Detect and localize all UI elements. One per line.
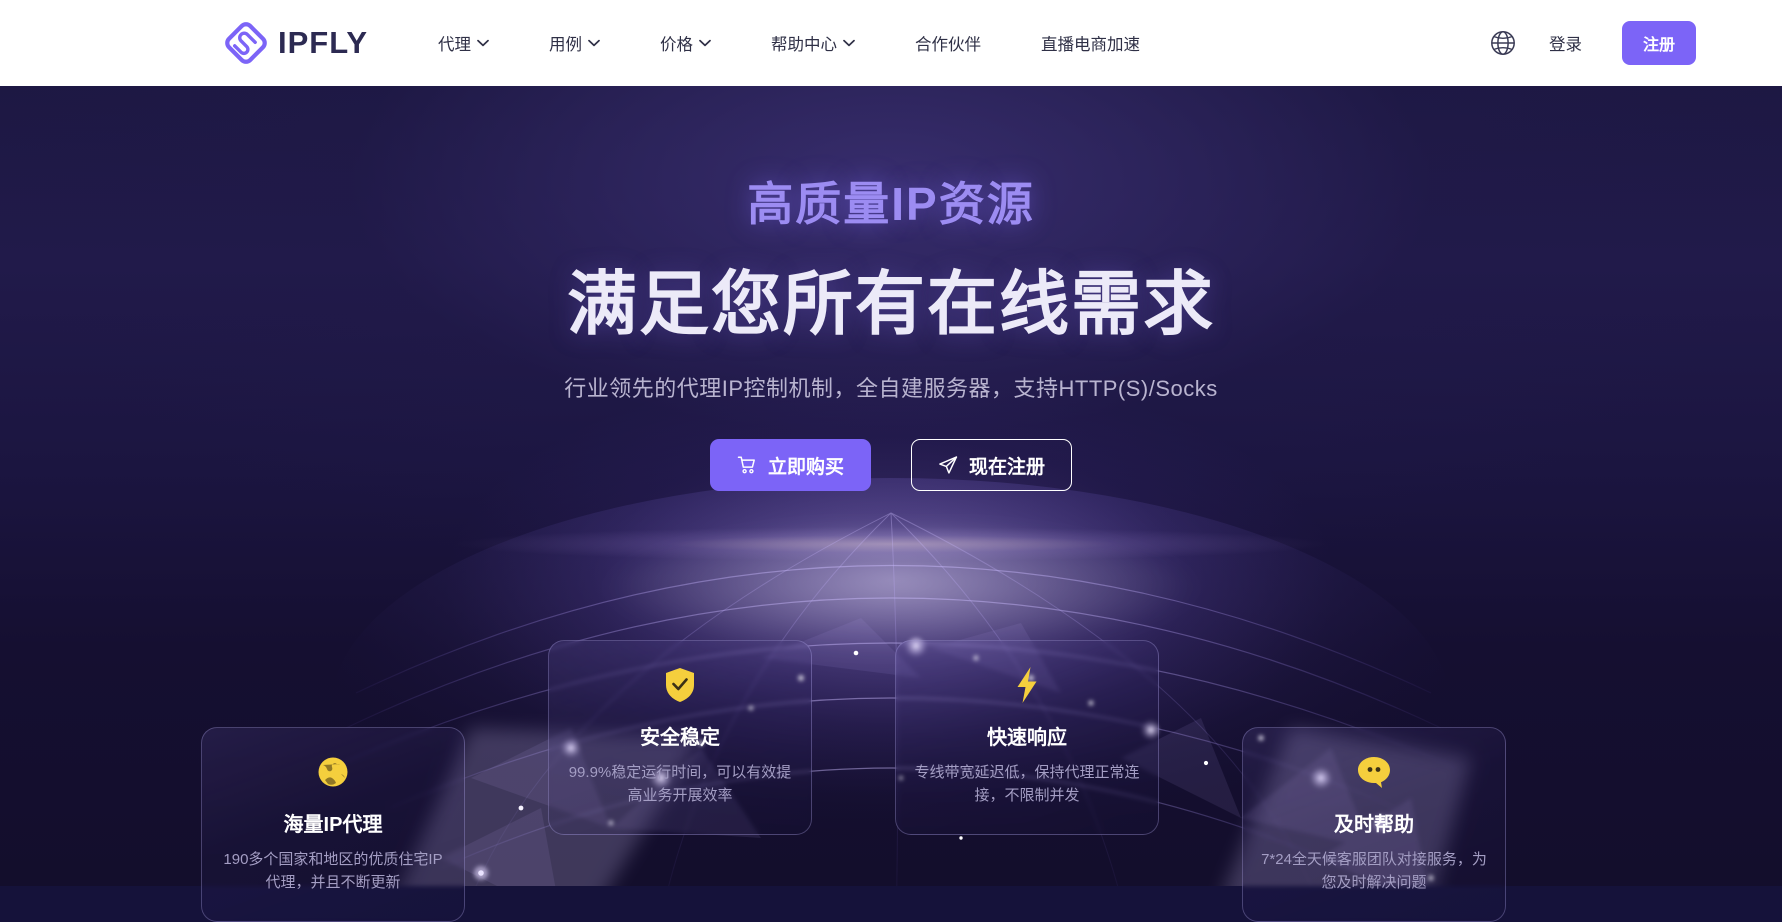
logo[interactable]: IPFLY [225, 22, 368, 64]
buy-now-label: 立即购买 [767, 456, 844, 478]
hero-cta-row: 立即购买 现在注册 [0, 439, 1782, 491]
nav-item-partners[interactable]: 合作伙伴 [915, 31, 981, 55]
feature-desc: 7*24全天候客服团队对接服务，为您及时解决问题 [1261, 851, 1487, 892]
chevron-down-icon [477, 39, 489, 47]
feature-desc: 99.9%稳定运行时间，可以有效提高业务开展效率 [568, 764, 792, 805]
nav-item-label: 代理 [438, 36, 471, 54]
nav-item-label: 直播电商加速 [1041, 36, 1140, 54]
globe-icon[interactable] [1490, 30, 1516, 56]
globe-earth-icon [220, 752, 446, 792]
chevron-down-icon [843, 39, 855, 47]
nav-item-proxies[interactable]: 代理 [438, 31, 489, 55]
site-header: IPFLY 代理 用例 价格 帮助中心 合作伙伴 直播电商加速 登录 注册 [0, 0, 1782, 86]
nav-item-label: 用例 [549, 36, 582, 54]
ipfly-diamond-logo-icon [225, 22, 267, 64]
buy-now-button[interactable]: 立即购买 [710, 439, 871, 491]
feature-desc: 190多个国家和地区的优质住宅IP代理，并且不断更新 [223, 851, 443, 892]
main-nav: 代理 用例 价格 帮助中心 合作伙伴 直播电商加速 [438, 31, 1140, 55]
lightning-bolt-icon [914, 665, 1140, 705]
paper-plane-icon [939, 456, 958, 474]
nav-item-pricing[interactable]: 价格 [660, 31, 711, 55]
chevron-down-icon [699, 39, 711, 47]
hero-content: 高质量IP资源 满足您所有在线需求 行业领先的代理IP控制机制，全自建服务器，支… [0, 168, 1782, 491]
feature-card-massive-ip-proxies[interactable]: 海量IP代理 190多个国家和地区的优质住宅IP代理，并且不断更新 [201, 727, 465, 922]
header-actions: 登录 注册 [1490, 0, 1696, 86]
feature-card-fast-response[interactable]: 快速响应 专线带宽延迟低，保持代理正常连接，不限制并发 [895, 640, 1159, 835]
page-title: 满足您所有在线需求 [567, 265, 1215, 343]
register-button[interactable]: 注册 [1621, 21, 1696, 65]
chevron-down-icon [588, 39, 600, 47]
hero-subtitle: 行业领先的代理IP控制机制，全自建服务器，支持HTTP(S)/Socks [564, 376, 1218, 401]
shield-check-icon [567, 665, 793, 705]
nav-item-help-center[interactable]: 帮助中心 [771, 31, 855, 55]
nav-item-label: 帮助中心 [771, 36, 837, 54]
nav-item-use-cases[interactable]: 用例 [549, 31, 600, 55]
logo-text: IPFLY [278, 25, 368, 60]
feature-card-timely-help[interactable]: 及时帮助 7*24全天候客服团队对接服务，为您及时解决问题 [1242, 727, 1506, 922]
nav-item-label: 合作伙伴 [915, 36, 981, 54]
nav-item-label: 价格 [660, 36, 693, 54]
feature-title: 海量IP代理 [283, 814, 383, 836]
register-now-button[interactable]: 现在注册 [911, 439, 1072, 491]
chat-bubble-icon [1261, 752, 1487, 792]
feature-card-secure-stable[interactable]: 安全稳定 99.9%稳定运行时间，可以有效提高业务开展效率 [548, 640, 812, 835]
hero-eyebrow: 高质量IP资源 [747, 178, 1035, 230]
shopping-cart-icon [737, 456, 755, 474]
feature-title: 及时帮助 [1334, 814, 1414, 836]
nav-item-live-commerce[interactable]: 直播电商加速 [1041, 31, 1140, 55]
horizon-glow [0, 521, 1782, 567]
login-link[interactable]: 登录 [1549, 31, 1582, 55]
feature-title: 快速响应 [987, 727, 1067, 749]
feature-title: 安全稳定 [640, 727, 720, 749]
register-now-label: 现在注册 [968, 456, 1045, 478]
feature-desc: 专线带宽延迟低，保持代理正常连接，不限制并发 [914, 764, 1140, 805]
